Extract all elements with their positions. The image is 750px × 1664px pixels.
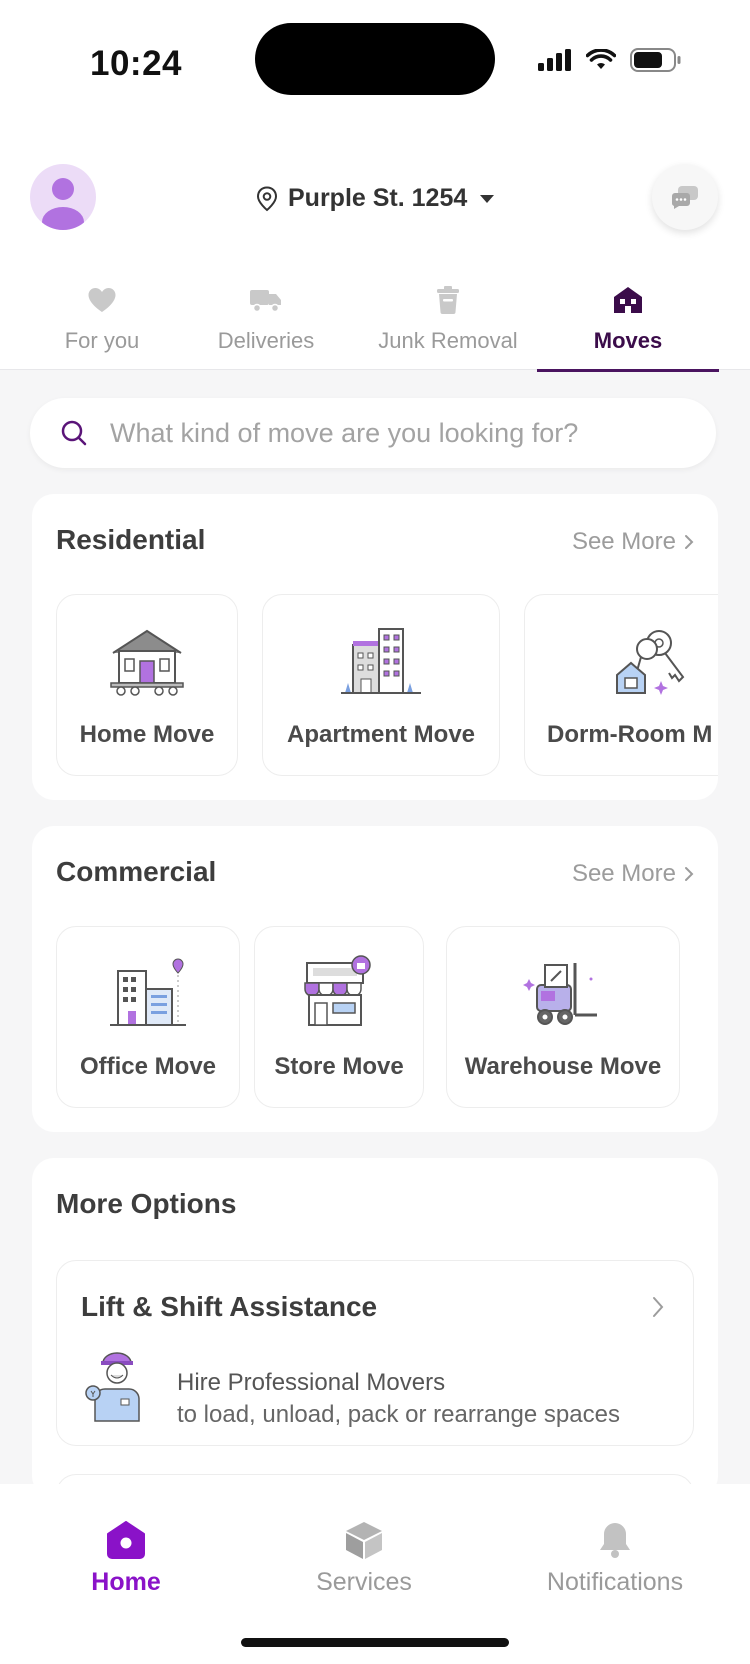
card-label: Apartment Move [286, 721, 476, 748]
active-tab-indicator [537, 369, 719, 372]
section-title: Commercial [56, 856, 217, 887]
tab-for-you[interactable]: For you [52, 280, 152, 370]
map-pin-icon [256, 185, 278, 211]
card-label: Dorm-Room M [547, 721, 713, 748]
heart-icon [88, 288, 116, 312]
home-icon [107, 1521, 145, 1559]
card-label: Office Move [79, 1053, 217, 1080]
section-title: More Options [56, 1188, 237, 1219]
tab-label: For you [64, 328, 140, 353]
storefront-illustration [304, 955, 371, 1026]
chevron-right-icon [685, 535, 694, 549]
option-title: Lift & Shift Assistance [81, 1291, 378, 1322]
search-input[interactable]: What kind of move are you looking for? [110, 418, 578, 449]
search-bar[interactable]: What kind of move are you looking for? [30, 398, 716, 468]
tab-label: Moves [593, 328, 663, 353]
search-icon [61, 420, 87, 446]
status-bar: 10:24 [0, 0, 750, 130]
residential-section: Residential See More Home Move Apartment… [32, 494, 718, 800]
office-building-illustration [110, 958, 186, 1026]
option-line2: to load, unload, pack or rearrange space… [177, 1401, 620, 1428]
battery-icon [630, 48, 681, 72]
bell-icon [600, 1523, 630, 1558]
cellular-signal-icon [538, 49, 571, 71]
wifi-icon [586, 49, 616, 69]
user-avatar[interactable] [30, 164, 96, 230]
location-selector[interactable]: Purple St. 1254 [256, 184, 497, 213]
apartment-move-card[interactable]: Apartment Move [262, 594, 500, 776]
chat-button[interactable] [652, 164, 718, 230]
tab-label: Deliveries [217, 328, 315, 353]
tab-label: Junk Removal [378, 328, 518, 353]
forklift-illustration [523, 963, 597, 1025]
office-move-card[interactable]: Office Move [56, 926, 240, 1108]
keys-illustration [616, 630, 685, 695]
tab-deliveries[interactable]: Deliveries [208, 280, 324, 370]
commercial-section: Commercial See More Office Move Store Mo… [32, 826, 718, 1132]
card-label: Warehouse Move [464, 1053, 662, 1080]
warehouse-move-card[interactable]: Warehouse Move [446, 926, 680, 1108]
nav-notifications[interactable]: Notifications [540, 1520, 690, 1597]
tab-moves[interactable]: Moves [578, 280, 678, 370]
home-indicator [241, 1638, 509, 1647]
location-label: Purple St. 1254 [288, 184, 468, 212]
status-icons [538, 48, 682, 72]
card-label: Home Move [79, 721, 215, 748]
chat-bubbles-icon [671, 186, 698, 209]
card-label: Store Move [274, 1053, 404, 1080]
box-icon [346, 1522, 382, 1559]
store-move-card[interactable]: Store Move [254, 926, 424, 1108]
nav-services[interactable]: Services [316, 1520, 412, 1597]
more-options-section: More Options Lift & Shift Assistance Hir… [32, 1158, 718, 1514]
top-header: Purple St. 1254 For you Deliveries Junk … [0, 130, 750, 372]
truck-icon [250, 290, 281, 313]
dorm-room-move-card[interactable]: Dorm-Room M [524, 594, 718, 776]
nav-home[interactable]: Home [86, 1520, 166, 1597]
apartment-building-illustration [341, 628, 421, 694]
category-tabs: For you Deliveries Junk Removal Moves [0, 280, 750, 372]
see-more-link[interactable]: See More [572, 860, 694, 888]
dynamic-island [255, 23, 495, 95]
house-on-truck-illustration [110, 629, 184, 696]
nav-label: Services [316, 1568, 412, 1596]
chevron-right-icon [653, 1297, 664, 1317]
status-time: 10:24 [90, 44, 183, 83]
residential-cards: Home Move Apartment Move Dorm-Room M [56, 594, 718, 778]
nav-label: Notifications [546, 1568, 684, 1596]
bottom-navigation: Home Services Notifications [0, 1484, 750, 1664]
tab-junk-removal[interactable]: Junk Removal [373, 280, 523, 370]
nav-label: Home [91, 1568, 161, 1596]
option-line1: Hire Professional Movers [177, 1369, 446, 1396]
chevron-right-icon [685, 867, 694, 881]
trash-icon [437, 286, 459, 314]
lift-shift-option-card[interactable]: Lift & Shift Assistance Hire Professiona… [56, 1260, 694, 1446]
commercial-cards: Office Move Store Move Warehouse Move [56, 926, 718, 1110]
section-title: Residential [56, 524, 206, 555]
caret-down-icon [480, 194, 495, 203]
see-more-label: See More [571, 860, 676, 887]
mover-worker-illustration [85, 1352, 140, 1422]
avatar-person-icon [42, 178, 84, 230]
home-move-card[interactable]: Home Move [56, 594, 238, 776]
see-more-link[interactable]: See More [572, 528, 694, 556]
see-more-label: See More [571, 528, 676, 555]
house-icon [614, 287, 642, 313]
